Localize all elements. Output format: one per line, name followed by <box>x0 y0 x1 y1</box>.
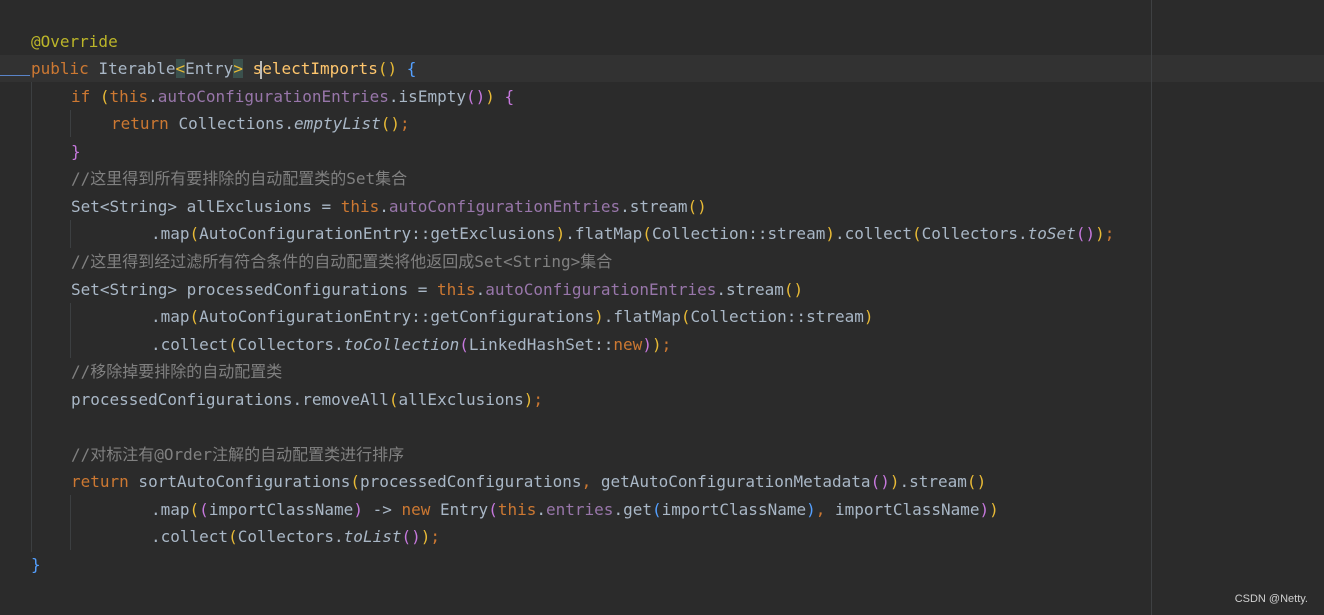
right-margin-guide <box>1151 0 1152 615</box>
code-line-13: //移除掉要排除的自动配置类 <box>71 362 283 381</box>
indent-guide <box>70 220 71 248</box>
code-line-14: processedConfigurations.removeAll(allExc… <box>71 390 544 409</box>
code-line-5: } <box>71 142 81 161</box>
text-cursor <box>260 61 262 79</box>
code-line-17: return sortAutoConfigurations(processedC… <box>71 472 987 491</box>
gutter-method-marker <box>0 75 30 76</box>
code-line-9: //这里得到经过滤所有符合条件的自动配置类将他返回成Set<String>集合 <box>71 252 613 271</box>
code-line-2: public Iterable<Entry> selectImports() { <box>31 59 417 78</box>
code-line-4: return Collections.emptyList(); <box>111 114 410 133</box>
indent-guide <box>70 303 71 358</box>
code-line-7: Set<String> allExclusions = this.autoCon… <box>71 197 707 216</box>
code-editor[interactable]: @Override public Iterable<Entry> selectI… <box>0 0 1324 615</box>
code-line-19: .collect(Collectors.toList()); <box>151 527 441 546</box>
code-line-10: Set<String> processedConfigurations = th… <box>71 280 804 299</box>
code-line-11: .map(AutoConfigurationEntry::getConfigur… <box>151 307 874 326</box>
watermark: CSDN @Netty. <box>1234 593 1308 605</box>
indent-guide <box>70 495 71 550</box>
code-line-16: //对标注有@Order注解的自动配置类进行排序 <box>71 445 405 464</box>
code-line-6: //这里得到所有要排除的自动配置类的Set集合 <box>71 169 408 188</box>
code-line-8: .map(AutoConfigurationEntry::getExclusio… <box>151 224 1115 243</box>
indent-guide <box>70 110 71 137</box>
code-line-3: if (this.autoConfigurationEntries.isEmpt… <box>71 87 515 106</box>
indent-guide <box>31 82 32 552</box>
code-line-12: .collect(Collectors.toCollection(LinkedH… <box>151 335 672 354</box>
code-line-20: } <box>31 555 41 574</box>
code-line-18: .map((importClassName) -> new Entry(this… <box>151 500 999 519</box>
code-line-1: @Override <box>31 32 118 51</box>
